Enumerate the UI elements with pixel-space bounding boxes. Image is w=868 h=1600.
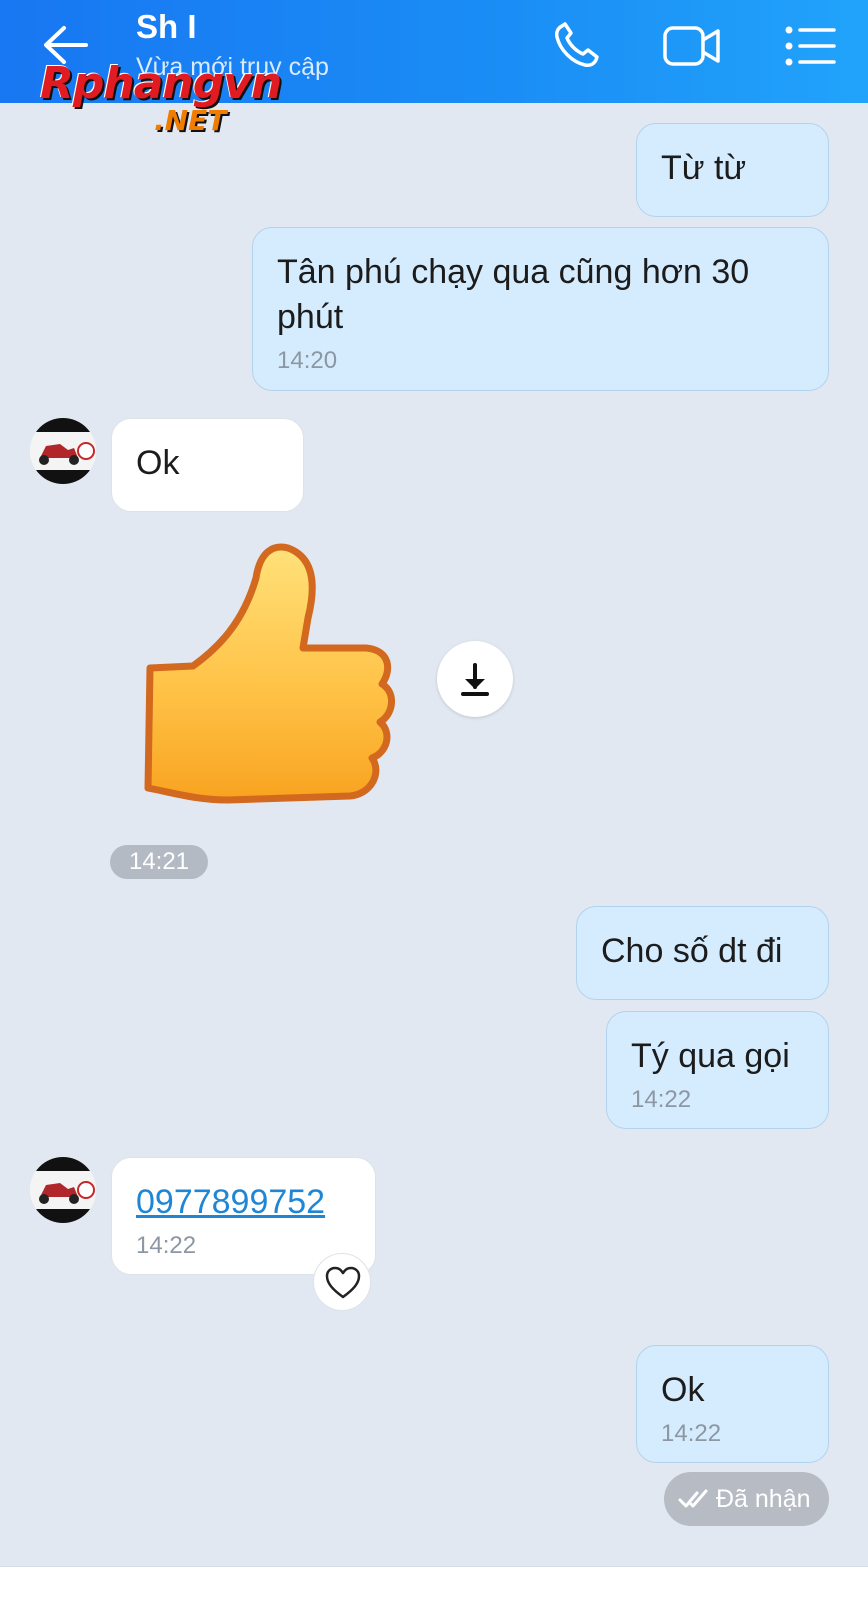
message-bubble-outgoing[interactable]: Cho số dt đi [576,906,829,1000]
video-call-button[interactable] [662,18,722,74]
watermark-sub: .NET [154,104,227,137]
call-button[interactable] [548,18,608,74]
delivery-status-text: Đã nhận [716,1485,811,1513]
site-watermark: Rphangvn .NET [40,58,310,142]
message-time: 14:22 [631,1086,692,1113]
double-check-icon [678,1489,708,1508]
video-camera-icon [663,26,720,66]
sticker-time: 14:21 [110,845,208,879]
message-text: Ok [136,444,180,482]
delivery-status: Đã nhận [664,1472,829,1526]
watermark-main: Rphangvn [40,58,282,109]
message-bubble-outgoing[interactable]: Tý qua gọi 14:22 [606,1011,829,1129]
scooter-avatar-icon [30,1157,96,1223]
contact-name[interactable]: Sh I [136,8,197,46]
list-menu-icon [785,26,836,66]
composer-bar[interactable] [0,1566,868,1600]
download-button[interactable] [437,641,513,717]
message-bubble-outgoing[interactable]: Tân phú chạy qua cũng hơn 30 phút 14:20 [252,227,829,391]
thumbs-up-sticker[interactable] [138,538,408,826]
message-bubble-outgoing[interactable]: Từ từ [636,123,829,217]
message-text: Cho số dt đi [601,932,783,970]
message-bubble-outgoing[interactable]: Ok 14:22 [636,1345,829,1463]
message-text: Từ từ [661,149,747,187]
phone-icon [555,22,599,67]
react-button[interactable] [313,1253,371,1311]
message-text: Ok [661,1371,705,1409]
thumbs-up-icon [144,543,395,804]
message-text: Tý qua gọi [631,1037,790,1075]
contact-avatar[interactable] [30,418,96,484]
download-icon [461,663,489,696]
message-time: 14:20 [277,347,338,374]
contact-avatar[interactable] [30,1157,96,1223]
phone-number-link[interactable]: 0977899752 [136,1183,325,1221]
menu-button[interactable] [780,18,840,74]
message-bubble-incoming[interactable]: Ok [111,418,304,512]
message-text: Tân phú chạy qua cũng hơn 30 phút [277,253,750,336]
message-time: 14:22 [661,1420,722,1447]
scooter-avatar-icon [30,418,96,484]
heart-icon [325,1266,361,1299]
